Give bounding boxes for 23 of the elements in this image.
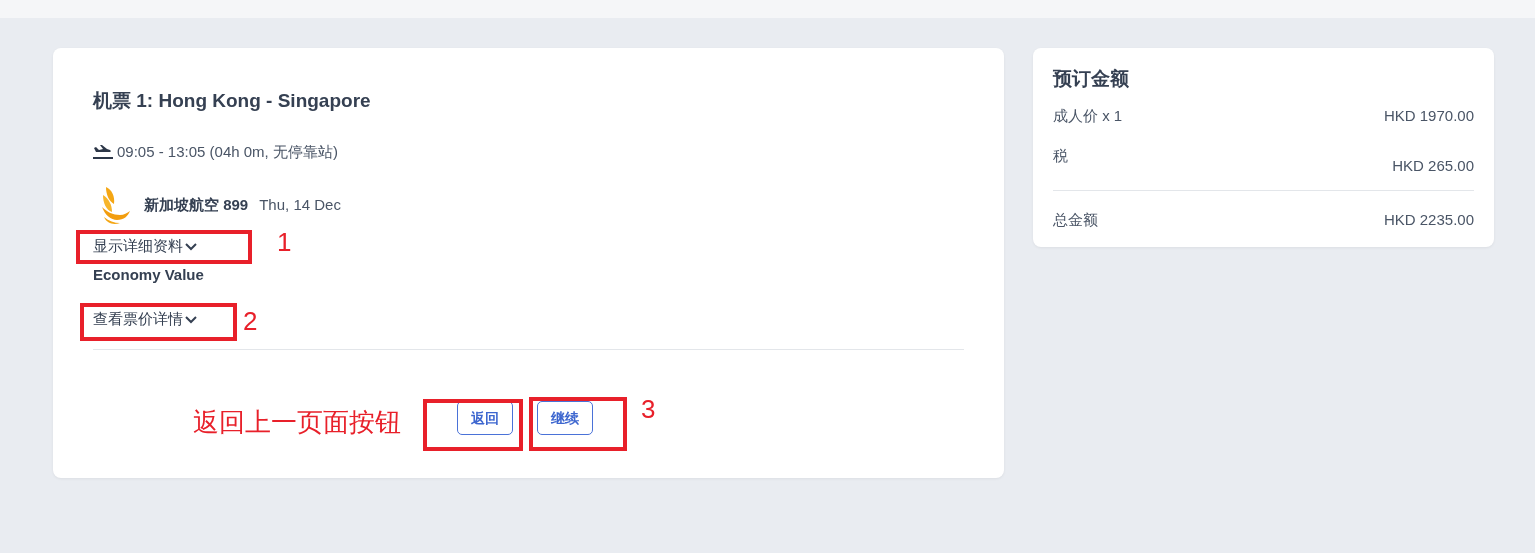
chevron-down-icon (184, 241, 198, 252)
price-label: 成人价 x 1 (1053, 105, 1123, 126)
callout-number: 1 (277, 229, 292, 255)
continue-button[interactable]: 继续 (537, 400, 593, 435)
callout-number: 3 (641, 396, 656, 422)
price-amount: HKD 265.00 (1392, 156, 1474, 177)
airline-flight-number: 新加坡航空 899 (144, 195, 249, 216)
summary-title: 预订金额 (1053, 68, 1130, 91)
fare-class: Economy Value (93, 264, 205, 285)
plane-landing-icon (93, 145, 113, 160)
callout-number: 2 (243, 308, 258, 334)
flight-date: Thu, 14 Dec (259, 195, 341, 216)
details-toggle-link[interactable]: 显示详细资料 (93, 235, 198, 258)
price-amount: HKD 1970.00 (1383, 105, 1474, 126)
annotation-note: 返回上一页面按钮 (193, 409, 401, 435)
total-amount: HKD 2235.00 (1383, 209, 1474, 230)
airline-logo-icon (100, 185, 132, 226)
total-label: 总金额 (1053, 209, 1098, 230)
chevron-down-icon (184, 314, 198, 325)
fare-details-toggle-link[interactable]: 查看票价详情 (93, 308, 198, 331)
price-label: 税 (1053, 146, 1068, 167)
flight-title: 机票 1: Hong Kong - Singapore (93, 90, 372, 113)
flight-schedule: 09:05 - 13:05 (04h 0m, 无停靠站) (117, 141, 338, 162)
